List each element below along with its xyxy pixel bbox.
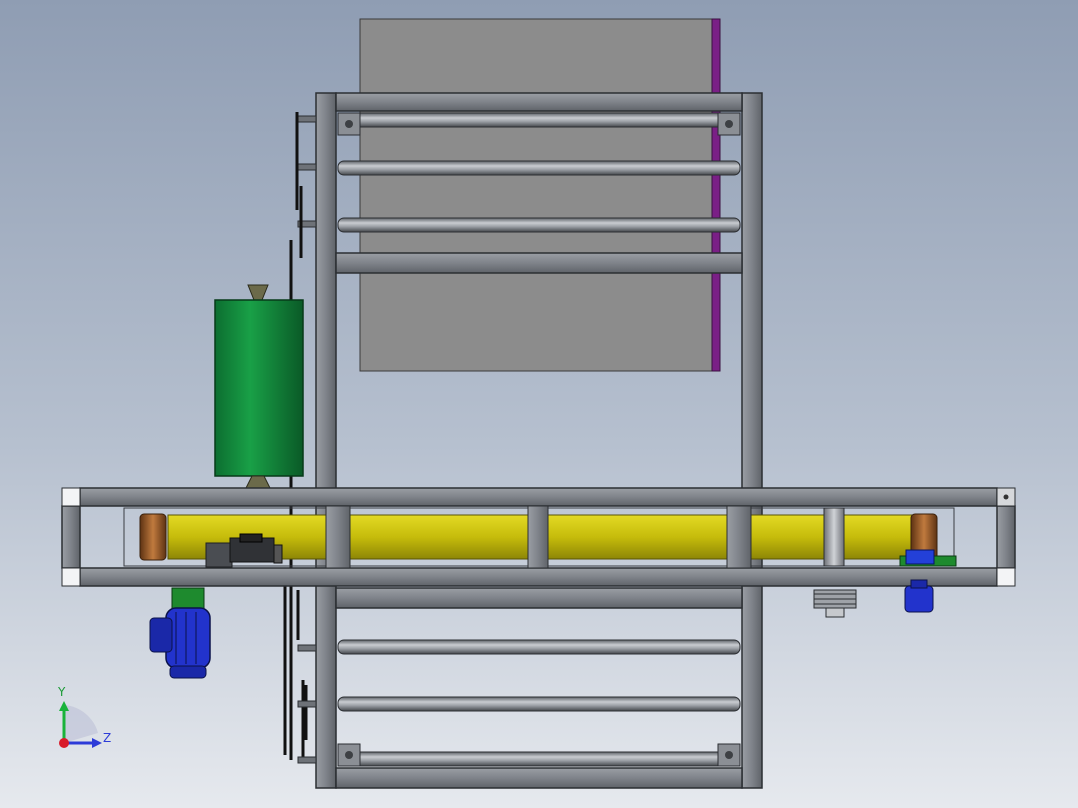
axis-y-label: Y — [58, 685, 66, 699]
frame-right-post — [741, 92, 763, 789]
back-panel — [359, 18, 721, 372]
frame-top-beam — [335, 92, 743, 112]
frame-left-post — [315, 92, 337, 789]
frame-mid-beam — [335, 252, 743, 274]
axis-z-label: Z — [103, 731, 112, 745]
cad-model-viewport[interactable] — [0, 0, 1078, 808]
green-tank — [214, 284, 304, 489]
axis-triad: Y Z — [50, 685, 120, 755]
